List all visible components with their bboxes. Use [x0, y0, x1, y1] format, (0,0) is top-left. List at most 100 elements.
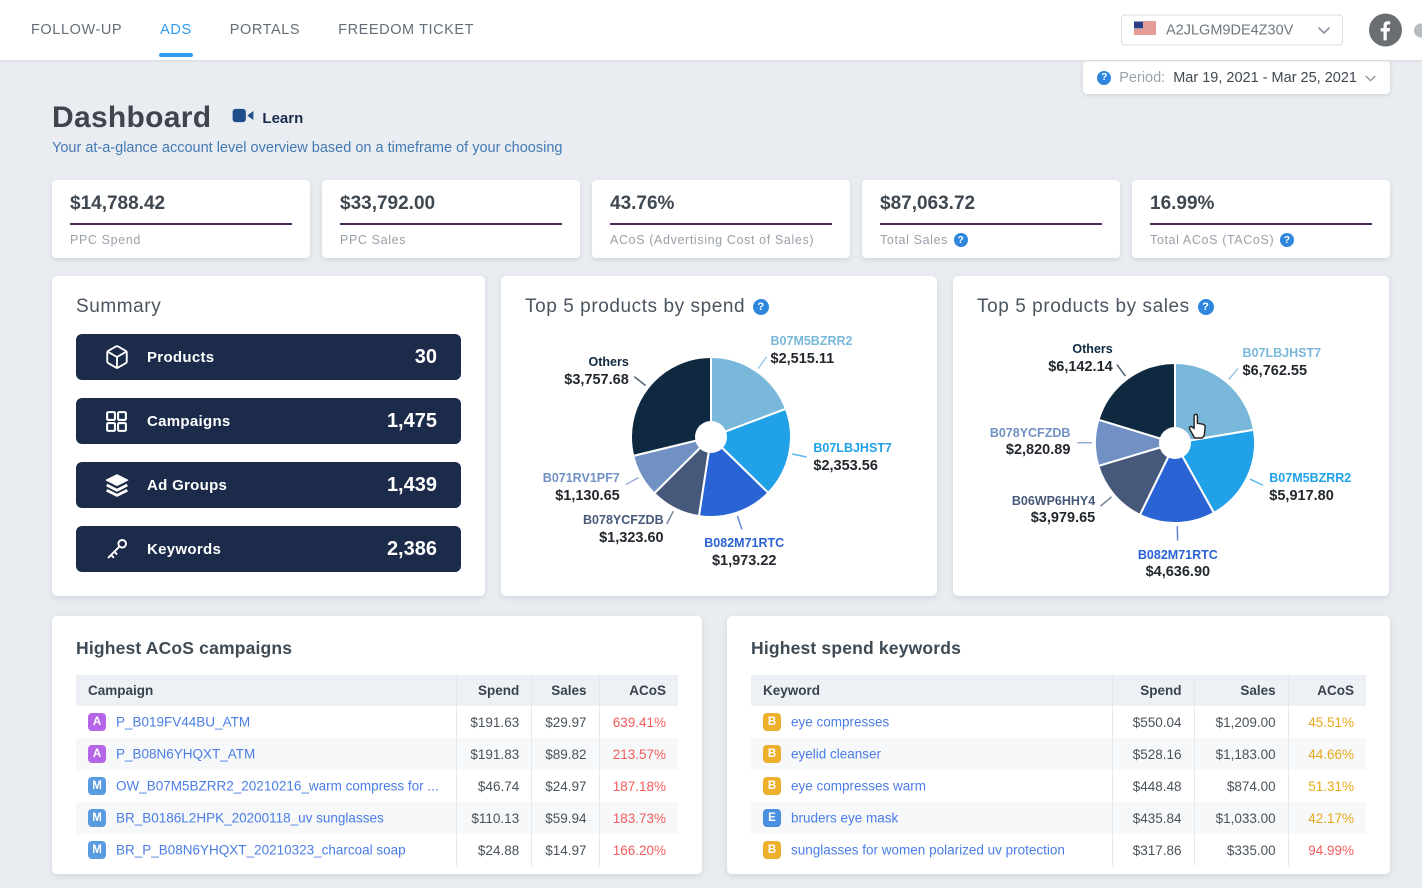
pie-label-B078YCFZDB: B078YCFZDB $2,820.89 [989, 425, 1071, 459]
row-link[interactable]: P_B019FV44BU_ATM [116, 715, 250, 730]
grid-icon [104, 408, 131, 435]
account-id: A2JLGM9DE4Z30V [1166, 22, 1294, 38]
column-header-spend: Spend [456, 675, 532, 706]
highest-acos-campaigns-panel: Highest ACoS campaigns Campaign Spend Sale… [52, 616, 702, 874]
pie-label-B078YCFZDB: B078YCFZDB $1,323.60 [583, 513, 664, 546]
sales-chart-title: Top 5 products by sales [977, 296, 1190, 317]
table-row: Beye compresses $550.04 $1,209.00 45.51% [751, 706, 1366, 738]
stat-label: PPC Spend [70, 233, 141, 247]
campaigns-table: Campaign Spend Sales ACoS A P_B019FV44BU_ATM… [76, 675, 678, 866]
pie-label-B07LBJHST7: B07LBJHST7 $2,353.56 [813, 441, 892, 475]
chevron-down-icon [1318, 22, 1330, 38]
key-icon [104, 536, 131, 563]
summary-row-label: Ad Groups [147, 476, 228, 494]
summary-title: Summary [76, 296, 162, 317]
type-badge: M [88, 841, 106, 859]
spend-cell: $24.88 [456, 834, 532, 866]
pie-label-B082M71RTC: B082M71RTC $1,973.22 [704, 536, 785, 569]
table-row: M BR_P_B08N6YHQXT_20210323_charcoal soap … [76, 834, 678, 866]
column-header-sales: Sales [531, 675, 600, 706]
pie-label-Others: Others $3,757.68 [564, 355, 629, 389]
account-selector[interactable]: A2JLGM9DE4Z30V [1121, 14, 1343, 46]
column-header-acos: ACoS [598, 675, 678, 706]
pie-label-B082M71RTC: B082M71RTC $4,636.90 [1137, 547, 1218, 581]
summary-row-value: 30 [414, 345, 437, 368]
summary-row-ad-groups[interactable]: Ad Groups 1,439 [76, 462, 461, 508]
label-leader-line [792, 453, 807, 458]
top-navigation-bar: FOLLOW-UP ADS PORTALS FREEDOM TICKET A2JLGM… [0, 0, 1422, 60]
video-icon [231, 107, 255, 129]
type-badge: A [88, 713, 106, 731]
summary-row-value: 2,386 [386, 537, 437, 560]
nav-item-freedom-ticket[interactable]: FREEDOM TICKET [319, 0, 493, 60]
column-header-campaign: Campaign [76, 675, 457, 706]
summary-row-products[interactable]: Products 30 [76, 334, 461, 380]
column-header-sales: Sales [1193, 675, 1289, 706]
nav-item-portals[interactable]: PORTALS [211, 0, 319, 60]
row-link[interactable]: P_B08N6YHQXT_ATM [116, 747, 255, 762]
table-row: Beye compresses warm $448.48 $874.00 51.… [751, 770, 1366, 802]
pie-label-B071RV1PF7: B071RV1PF7 $1,130.65 [542, 471, 620, 504]
sales-cell: $89.82 [531, 738, 600, 770]
spend-cell: $317.86 [1111, 834, 1195, 866]
type-badge: B [763, 713, 781, 731]
middle-row: Summary Products 30 Campaigns 1,475 Ad G… [52, 276, 1390, 596]
row-link[interactable]: OW_B07M5BZRR2_20210216_warm compress for… [116, 779, 439, 794]
ads-dashboard-page: FOLLOW-UP ADS PORTALS FREEDOM TICKET A2JLGM… [0, 0, 1422, 888]
spend-cell: $435.84 [1111, 802, 1195, 834]
type-badge: M [88, 777, 106, 795]
top-products-by-spend-panel: Top 5 products by spend ? B07M5BZRR2 $2,5… [501, 276, 937, 596]
label-leader-line [625, 476, 639, 486]
summary-row-label: Products [147, 348, 215, 366]
sales-cell: $335.00 [1193, 834, 1289, 866]
spend-cell: $528.16 [1111, 738, 1195, 770]
row-link[interactable]: bruders eye mask [791, 811, 898, 826]
period-label: Period: [1119, 69, 1166, 86]
help-icon[interactable]: ? [1280, 233, 1295, 247]
spend-cell: $448.48 [1111, 770, 1195, 802]
row-link[interactable]: eye compresses warm [791, 779, 926, 794]
learn-button[interactable]: Learn [231, 107, 303, 129]
period-selector[interactable]: ? Period: Mar 19, 2021 - Mar 25, 2021 [1083, 61, 1390, 94]
help-icon[interactable]: ? [1197, 299, 1214, 315]
top-products-by-sales-panel: Top 5 products by sales ? B07LBJHST7 $6,7… [953, 276, 1389, 596]
label-leader-line [736, 515, 743, 530]
topbar-right: A2JLGM9DE4Z30V [1121, 13, 1422, 47]
page-header: Dashboard Learn [52, 98, 1390, 138]
mouse-cursor [1184, 412, 1208, 445]
row-link[interactable]: eye compresses [791, 715, 889, 730]
stat-label: PPC Sales [340, 233, 407, 247]
highest-spend-keywords-panel: Highest spend keywords Keyword Spend Sales… [727, 616, 1390, 874]
facebook-icon[interactable] [1369, 13, 1402, 47]
table-row: M OW_B07M5BZRR2_20210216_warm compress fo… [76, 770, 678, 802]
row-link[interactable]: BR_P_B08N6YHQXT_20210323_charcoal soap [116, 843, 406, 858]
type-badge: M [88, 809, 106, 827]
spend-pie-chart: B07M5BZRR2 $2,515.11 B07LBJHST7 $2,353.56 B0… [501, 318, 937, 578]
summary-row-campaigns[interactable]: Campaigns 1,475 [76, 398, 461, 444]
column-header-spend: Spend [1111, 675, 1195, 706]
summary-row-label: Campaigns [147, 412, 231, 430]
summary-row-keywords[interactable]: Keywords 2,386 [76, 526, 461, 572]
help-icon[interactable]: ? [954, 233, 969, 247]
stat-card: 43.76% ACoS (Advertising Cost of Sales) [592, 180, 850, 258]
nav-item-ads[interactable]: ADS [141, 0, 211, 60]
acos-cell: 45.51% [1287, 706, 1366, 738]
sales-cell: $14.97 [531, 834, 600, 866]
keywords-table: Keyword Spend Sales ACoS Beye compresses $5… [751, 675, 1366, 866]
table-row: Beyelid cleanser $528.16 $1,183.00 44.66… [751, 738, 1366, 770]
stat-value: 43.76% [610, 193, 832, 225]
stat-label: ACoS (Advertising Cost of Sales) [610, 233, 815, 247]
spend-cell: $191.63 [456, 706, 532, 738]
row-link[interactable]: eyelid cleanser [791, 747, 881, 762]
pie-label-B07M5BZRR2: B07M5BZRR2 $2,515.11 [770, 334, 853, 367]
stat-card: 16.99% Total ACoS (TACoS)? [1132, 180, 1390, 258]
stat-card: $87,063.72 Total Sales? [862, 180, 1120, 258]
row-link[interactable]: BR_B0186L2HPK_20200118_uv sunglasses [116, 811, 384, 826]
help-icon[interactable]: ? [753, 299, 770, 315]
sales-cell: $29.97 [531, 706, 600, 738]
row-link[interactable]: sunglasses for women polarized uv protec… [791, 843, 1065, 858]
spend-cell: $46.74 [456, 770, 532, 802]
nav-item-follow-up[interactable]: FOLLOW-UP [12, 0, 141, 60]
stat-label: Total ACoS (TACoS)? [1150, 233, 1372, 247]
cube-icon [104, 344, 131, 371]
